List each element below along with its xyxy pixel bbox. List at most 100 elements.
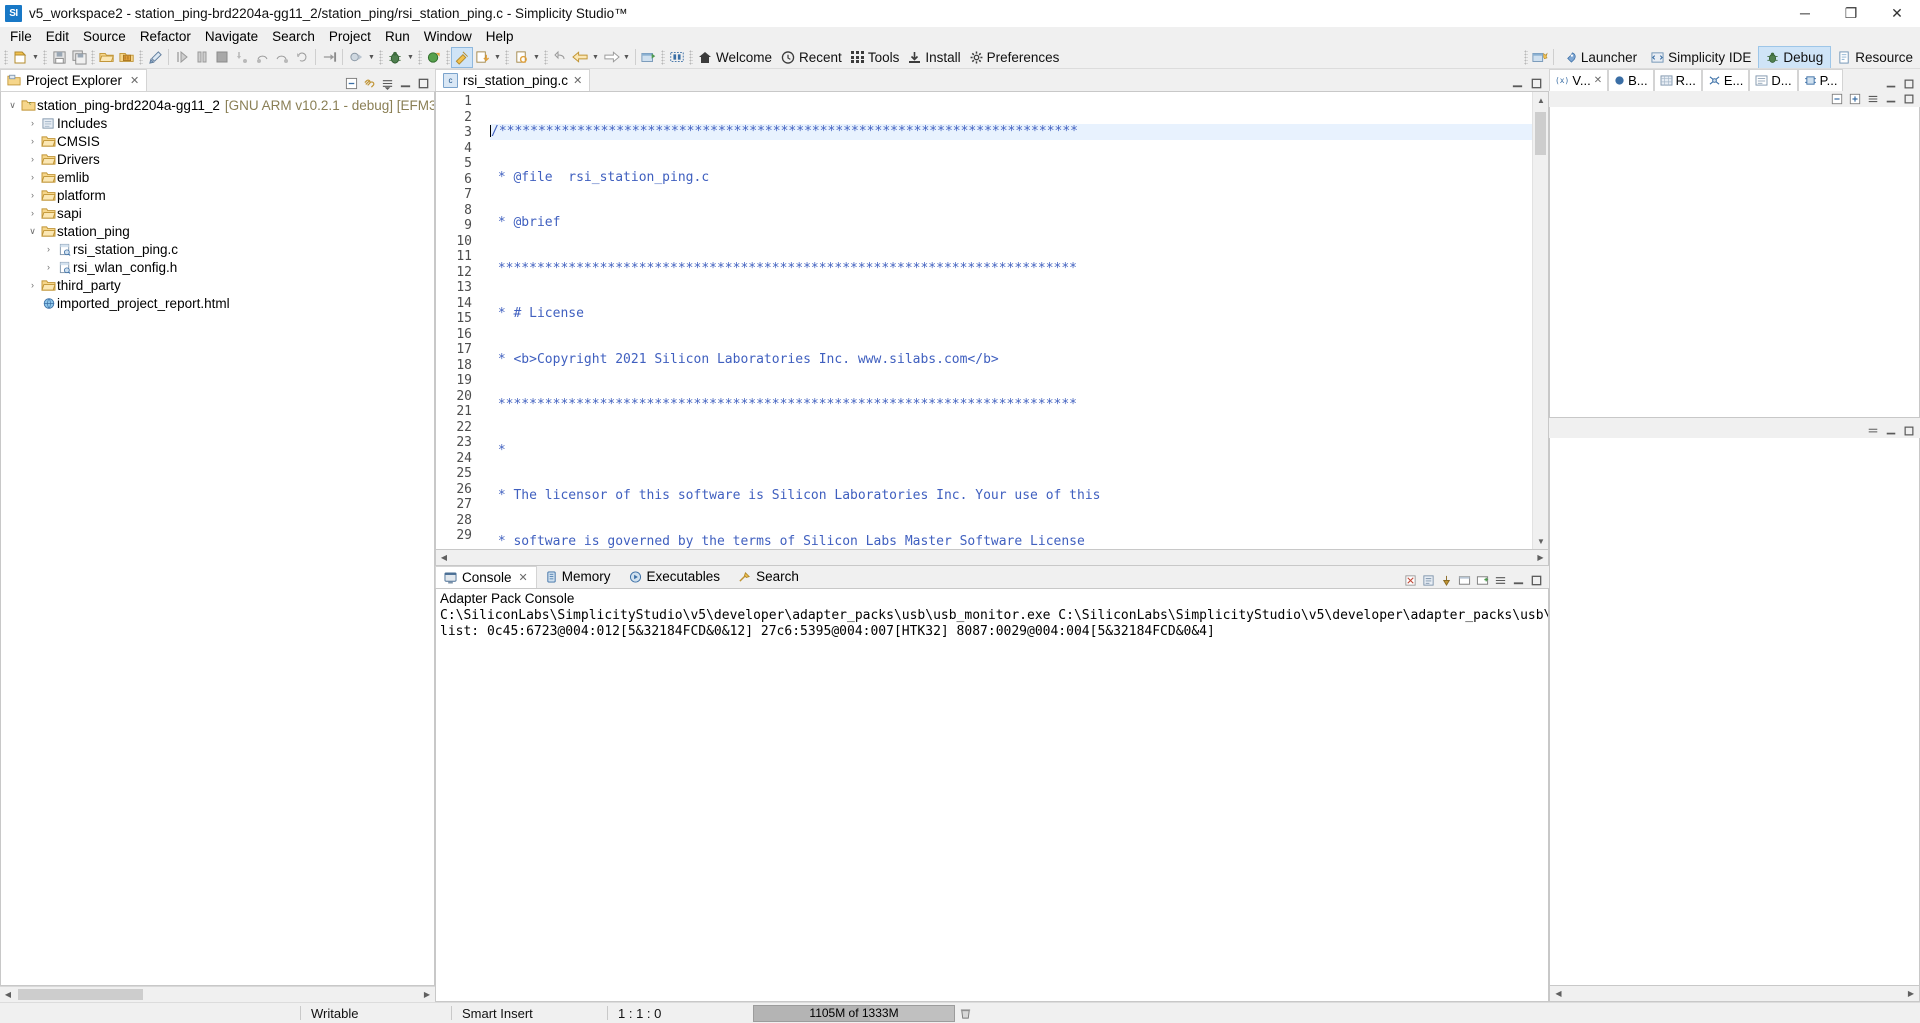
editor-vscrollbar[interactable]: ▲ ▼ (1532, 92, 1548, 549)
heap-status-indicator[interactable]: 1105M of 1333M (753, 1005, 955, 1022)
hscroll-track[interactable] (16, 987, 419, 1002)
twisty-icon[interactable]: ∨ (5, 100, 20, 111)
search-icon-toolbar[interactable] (511, 48, 531, 67)
back-dropdown-icon[interactable]: ▼ (590, 48, 601, 67)
open-folder-icon[interactable] (97, 48, 117, 67)
toolbar-grip-8[interactable] (505, 50, 509, 65)
clear-console-icon[interactable] (1403, 573, 1418, 588)
twisty-icon[interactable]: ∨ (25, 226, 40, 237)
secondary-minimize-icon[interactable] (1883, 423, 1898, 438)
scroll-up-icon[interactable]: ▲ (1533, 92, 1548, 108)
close-icon[interactable]: ✕ (1594, 75, 1602, 86)
close-icon[interactable]: ✕ (130, 74, 139, 87)
maximize-button[interactable]: ❐ (1828, 0, 1874, 26)
new-file-dropdown-icon[interactable]: ▼ (30, 48, 41, 67)
secondary-maximize-icon[interactable] (1901, 423, 1916, 438)
toolbar-grip-9[interactable] (544, 50, 548, 65)
close-icon[interactable]: ✕ (519, 571, 528, 584)
save-icon[interactable] (49, 48, 69, 67)
expand-all-vars-icon[interactable] (1847, 92, 1862, 107)
minimize-view-icon[interactable] (398, 76, 413, 91)
build-icon[interactable] (117, 48, 137, 67)
run-launch-icon[interactable] (424, 48, 444, 67)
menu-edit[interactable]: Edit (39, 28, 76, 45)
tree-item-drivers[interactable]: › Drivers (1, 150, 434, 168)
perspective-resource[interactable]: Resource (1831, 47, 1920, 68)
debug-bug-icon[interactable] (385, 48, 405, 67)
twisty-icon[interactable]: › (41, 244, 56, 254)
tree-item-station-ping-folder[interactable]: ∨ station_ping (1, 222, 434, 240)
menu-source[interactable]: Source (76, 28, 133, 45)
scroll-down-icon[interactable]: ▼ (1533, 533, 1548, 549)
new-console-icon[interactable] (1475, 573, 1490, 588)
forward-dropdown-icon[interactable]: ▼ (621, 48, 632, 67)
code-editor[interactable]: 1 2 3 4 5 6 7 8 9 10 11 12 13 14 (435, 91, 1549, 550)
next-annotation-icon[interactable] (319, 48, 339, 67)
tree-item-cmsis[interactable]: › CMSIS (1, 132, 434, 150)
editor-hscroll-track[interactable] (452, 550, 1532, 565)
view-menu-icon[interactable] (380, 76, 395, 91)
right-hscroll-track[interactable] (1566, 986, 1903, 1001)
preferences-button[interactable]: Preferences (967, 47, 1066, 67)
terminate-icon[interactable] (212, 48, 232, 67)
maximize-console-icon[interactable] (1529, 573, 1544, 588)
tree-item-sapi[interactable]: › sapi (1, 204, 434, 222)
minimize-console-icon[interactable] (1511, 573, 1526, 588)
editor-hscrollbar[interactable]: ◀ ▶ (435, 550, 1549, 566)
tab-memory[interactable]: Memory (537, 565, 620, 588)
toolbar-grip-11[interactable] (689, 50, 693, 65)
run-gc-button[interactable] (955, 1005, 975, 1021)
scroll-right-icon[interactable]: ▶ (419, 987, 435, 1002)
tab-project-explorer[interactable]: Project Explorer ✕ (0, 69, 147, 91)
twisty-icon[interactable]: › (25, 136, 40, 146)
tab-disassembly[interactable]: D... (1749, 69, 1797, 91)
minimize-editor-icon[interactable] (1510, 76, 1525, 91)
tree-item-imported-project-report[interactable]: imported_project_report.html (1, 294, 434, 312)
console-output[interactable]: Adapter Pack Console C:\SiliconLabs\Simp… (435, 588, 1549, 1002)
install-button[interactable]: Install (905, 47, 966, 67)
pin-console-icon[interactable] (1439, 573, 1454, 588)
resume-icon[interactable] (172, 48, 192, 67)
wizard-icon[interactable] (667, 48, 687, 67)
build-hammer-icon[interactable] (452, 48, 472, 67)
search-dropdown-icon[interactable]: ▼ (531, 48, 542, 67)
tree-item-station-ping-project[interactable]: ∨ c station_ping-brd2204a-gg11_2 [GNU AR… (1, 96, 434, 114)
twisty-icon[interactable]: › (25, 118, 40, 128)
menu-project[interactable]: Project (322, 28, 378, 45)
vars-maximize-icon[interactable] (1901, 92, 1916, 107)
tree-item-third-party[interactable]: › third_party (1, 276, 434, 294)
tab-variables[interactable]: (x)= V... ✕ (1549, 69, 1608, 91)
tree-item-includes[interactable]: › Includes (1, 114, 434, 132)
new-project-icon[interactable] (639, 48, 659, 67)
recent-button[interactable]: Recent (778, 47, 848, 67)
close-button[interactable]: ✕ (1874, 0, 1920, 26)
toolbar-grip-6[interactable] (418, 50, 422, 65)
forward-icon[interactable] (601, 48, 621, 67)
back-history-icon[interactable] (550, 48, 570, 67)
open-perspective-icon[interactable] (1530, 48, 1550, 67)
menu-search[interactable]: Search (265, 28, 322, 45)
menu-help[interactable]: Help (479, 28, 521, 45)
suspend-icon[interactable] (192, 48, 212, 67)
debug-views-hscrollbar[interactable]: ◀ ▶ (1549, 986, 1920, 1002)
twisty-icon[interactable]: › (25, 190, 40, 200)
welcome-button[interactable]: Welcome (695, 47, 778, 67)
console-menu-icon[interactable] (1493, 573, 1508, 588)
perspective-debug[interactable]: Debug (1758, 46, 1831, 68)
scroll-right-icon[interactable]: ▶ (1532, 550, 1548, 565)
maximize-debug-views-icon[interactable] (1901, 76, 1916, 91)
scroll-left-icon[interactable]: ◀ (0, 987, 16, 1002)
scroll-right-icon[interactable]: ▶ (1903, 986, 1919, 1001)
vscroll-track[interactable] (1533, 108, 1548, 533)
secondary-panel-content[interactable] (1549, 438, 1920, 986)
tab-rsi-station-ping-c[interactable]: c rsi_station_ping.c ✕ (435, 69, 590, 91)
tree-item-rsi-wlan-config-h[interactable]: › rsi_wlan_config.h (1, 258, 434, 276)
twisty-icon[interactable]: › (25, 280, 40, 290)
tree-item-emlib[interactable]: › emlib (1, 168, 434, 186)
menu-file[interactable]: File (3, 28, 39, 45)
import-icon[interactable] (472, 48, 492, 67)
perspective-launcher[interactable]: Launcher (1557, 47, 1644, 68)
vars-menu-icon[interactable] (1865, 92, 1880, 107)
step-into-icon[interactable] (232, 48, 252, 67)
new-file-icon[interactable] (10, 48, 30, 67)
